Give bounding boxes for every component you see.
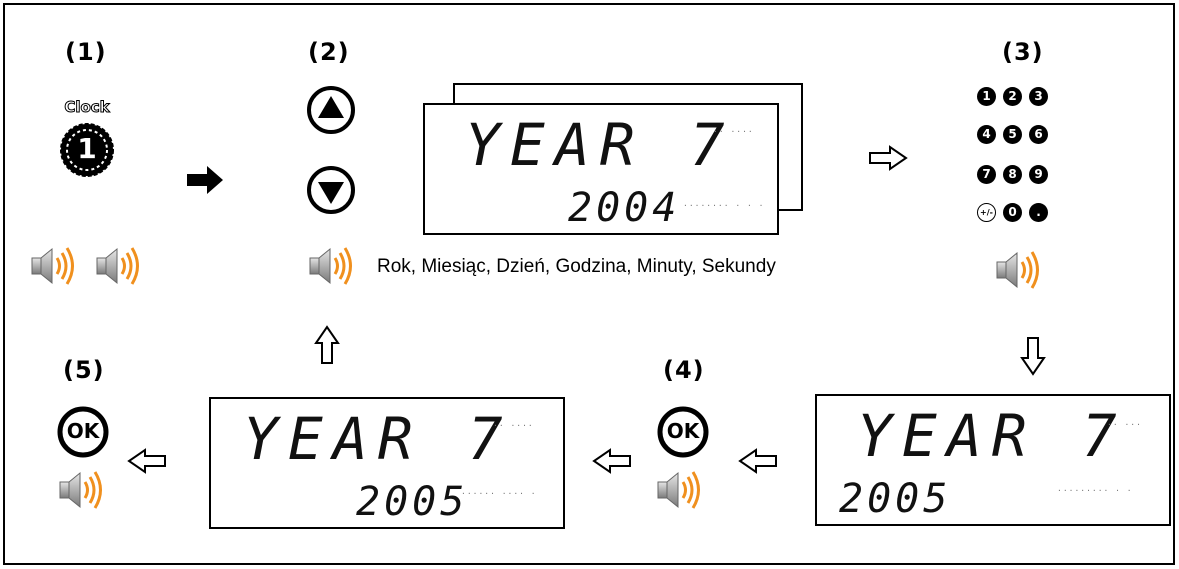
keypad-key-8[interactable]: 8 — [1003, 165, 1022, 184]
lcd-line-1: YEAR 7 — [857, 402, 1127, 470]
numeric-keypad: 1 2 3 4 5 6 7 8 9 +/- 0 . — [977, 87, 1067, 227]
keypad-key-1[interactable]: 1 — [977, 87, 996, 106]
lcd-line-1: YEAR 7 — [465, 111, 735, 179]
lcd-indicator-dots: ·· ···· — [713, 127, 754, 136]
keypad-key-3[interactable]: 3 — [1029, 87, 1048, 106]
lcd-display-step-4: YEAR 7 ·· ···· 2005 ······ ···· · — [209, 397, 565, 529]
clock-key-label: Clock — [64, 98, 110, 117]
lcd-line-1: YEAR 7 — [243, 405, 513, 473]
speaker-icon — [95, 246, 155, 286]
step-3-label: (3) — [1002, 38, 1044, 66]
arrow-outline-icon — [868, 145, 908, 171]
keypad-key-4[interactable]: 4 — [977, 125, 996, 144]
keypad-key-9[interactable]: 9 — [1029, 165, 1048, 184]
step-1-label: (1) — [65, 38, 107, 66]
arrow-outline-icon — [127, 448, 167, 474]
step-5-label: (5) — [63, 356, 105, 384]
step-2-label: (2) — [308, 38, 350, 66]
arrow-outline-icon — [1020, 336, 1046, 376]
arrow-outline-icon — [314, 325, 340, 365]
speaker-icon — [58, 470, 118, 510]
lcd-indicator-dots: ······ ···· · — [461, 489, 537, 498]
speaker-icon — [308, 246, 368, 286]
speaker-icon — [656, 470, 716, 510]
up-triangle-button-icon[interactable] — [305, 84, 357, 136]
lcd-indicator-dots: ·· ··· — [1107, 420, 1142, 429]
keypad-key-6[interactable]: 6 — [1029, 125, 1048, 144]
keypad-key-7[interactable]: 7 — [977, 165, 996, 184]
speaker-icon — [30, 246, 90, 286]
keypad-key-2[interactable]: 2 — [1003, 87, 1022, 106]
speaker-icon — [995, 250, 1055, 290]
clock-key-number: 1 — [77, 132, 97, 165]
lcd-indicator-dots: ········· · · — [1057, 486, 1133, 495]
lcd-indicator-dots: ·· ···· — [493, 421, 534, 430]
clock-key-button[interactable]: 1 — [59, 122, 115, 178]
arrow-outline-icon — [738, 448, 778, 474]
keypad-key-plus-minus[interactable]: +/- — [977, 203, 996, 222]
arrow-outline-icon — [592, 448, 632, 474]
lcd-line-2: 2005 — [356, 479, 469, 525]
keypad-key-0[interactable]: 0 — [1003, 203, 1022, 222]
lcd-line-2: 2005 — [839, 476, 952, 522]
ok-button-label: OK — [66, 419, 100, 443]
ok-button-label: OK — [666, 419, 700, 443]
step-4-label: (4) — [663, 356, 705, 384]
lcd-indicator-dots: ········ · · · — [683, 201, 765, 210]
lcd-line-2: 2004 — [568, 185, 681, 231]
lcd-display-step-3: YEAR 7 ·· ··· 2005 ········· · · — [815, 394, 1171, 526]
arrow-right-filled-icon — [187, 166, 223, 194]
lcd-display-step-2: YEAR 7 ·· ···· 2004 ········ · · · — [423, 103, 779, 235]
caption-fields: Rok, Miesiąc, Dzień, Godzina, Minuty, Se… — [377, 256, 776, 277]
keypad-key-decimal[interactable]: . — [1029, 203, 1048, 222]
down-triangle-button-icon[interactable] — [305, 164, 357, 216]
keypad-key-5[interactable]: 5 — [1003, 125, 1022, 144]
